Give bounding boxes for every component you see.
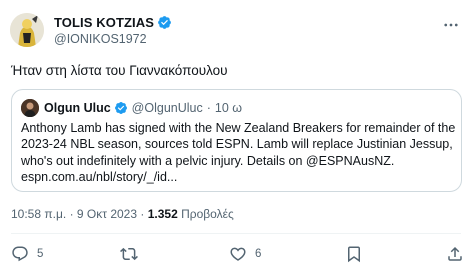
reply-button[interactable]: 5: [11, 244, 43, 264]
tweet-header: TOLIS KOTZIAS @IONIKOS1972: [10, 12, 172, 48]
quoted-tweet-header: Olgun Uluc @OlgunUluc · 10 ω: [21, 99, 242, 117]
quoted-tweet-text: Anthony Lamb has signed with the New Zea…: [21, 120, 457, 186]
tweet-card: TOLIS KOTZIAS @IONIKOS1972 Ήταν στη λίστ…: [0, 0, 472, 273]
avatar-image: [10, 13, 44, 47]
quoted-text-line: who's out indefinitely with a pelvic inj…: [21, 153, 395, 168]
tweet-date[interactable]: 9 Οκτ 2023: [77, 207, 137, 221]
tweet-time[interactable]: 10:58 π.μ.: [11, 207, 66, 221]
like-count: 6: [255, 248, 262, 260]
bookmark-button[interactable]: [345, 244, 363, 264]
meta-separator: ·: [69, 207, 74, 221]
reply-icon: [12, 246, 28, 262]
quoted-verified-badge-icon: [114, 102, 127, 114]
views-label: Προβολές: [181, 207, 234, 221]
author-handle[interactable]: @IONIKOS1972: [54, 31, 172, 47]
name-row: TOLIS KOTZIAS: [54, 13, 172, 31]
retweet-button[interactable]: [120, 244, 146, 264]
action-bar: 5 6: [0, 240, 472, 268]
quoted-text-line: 2023-24 NBL season, sources told ESPN. L…: [21, 137, 453, 152]
like-button[interactable]: 6: [229, 244, 261, 264]
quoted-author-handle: @OlgunUluc: [131, 101, 203, 115]
quoted-timestamp: 10 ω: [214, 101, 243, 115]
reply-count: 5: [37, 248, 44, 260]
share-button[interactable]: [446, 244, 464, 264]
tweet-text: Ήταν στη λίστα του Γιαννακόπουλου: [11, 63, 228, 78]
author-names: TOLIS KOTZIAS @IONIKOS1972: [54, 13, 172, 47]
author-avatar[interactable]: [10, 13, 44, 47]
heart-icon: [230, 247, 246, 261]
views-count: 1.352: [147, 207, 178, 221]
divider: [11, 233, 461, 234]
share-icon: [448, 246, 462, 261]
more-options-icon[interactable]: [442, 16, 460, 34]
author-display-name[interactable]: TOLIS KOTZIAS: [54, 15, 154, 30]
quoted-author-avatar: [21, 99, 39, 117]
quoted-link: espn.com.au/nbl/story/_/id...: [21, 170, 178, 185]
quoted-text-line: Anthony Lamb has signed with the New Zea…: [21, 121, 456, 135]
retweet-icon: [120, 247, 138, 261]
quoted-tweet[interactable]: Olgun Uluc @OlgunUluc · 10 ω Anthony Lam…: [11, 89, 462, 192]
tweet-metadata: 10:58 π.μ. · 9 Οκτ 2023 · 1.352 Προβολές: [11, 207, 234, 221]
quoted-separator: ·: [206, 101, 211, 115]
meta-separator-2: ·: [140, 207, 145, 221]
verified-badge-icon[interactable]: [157, 15, 172, 30]
quoted-author-name: Olgun Uluc: [44, 101, 111, 115]
bookmark-icon: [348, 246, 360, 263]
